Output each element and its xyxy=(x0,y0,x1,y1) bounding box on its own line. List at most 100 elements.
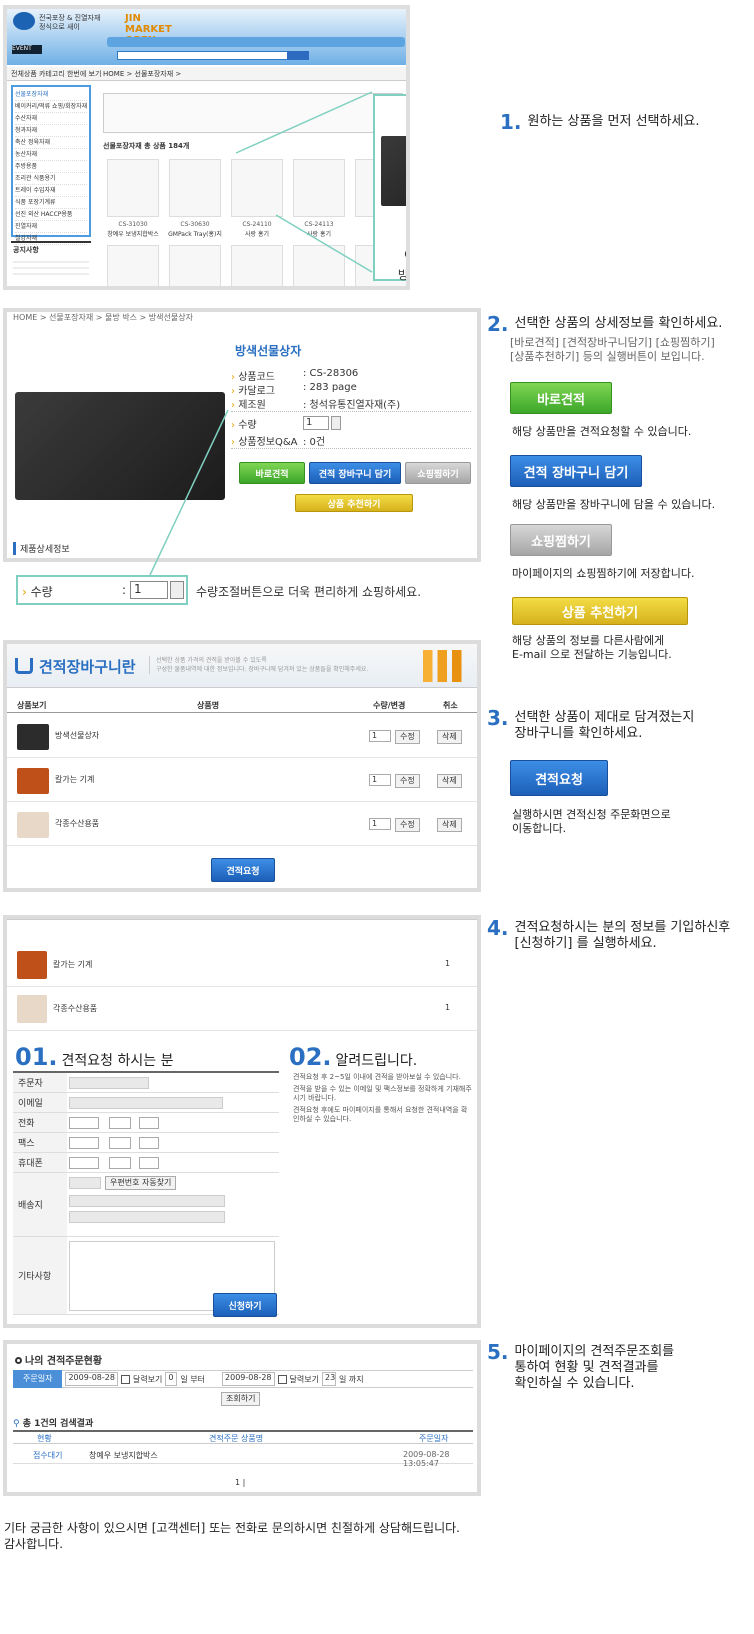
calendar-2-icon[interactable] xyxy=(277,1374,287,1384)
sidebar-item[interactable]: 진열자재 xyxy=(15,221,87,233)
sidebar-item[interactable]: 농산자재 xyxy=(15,149,87,161)
date-end-input[interactable]: 2009-08-28 xyxy=(222,1372,275,1386)
form-item-name[interactable]: 각종수산용품 xyxy=(53,1003,97,1014)
phone-number-input[interactable] xyxy=(139,1157,159,1169)
sidebar-item[interactable]: 축산 정육자재 xyxy=(15,137,87,149)
results-header: 현황 견적주문 상품명 주문일자 xyxy=(13,1430,473,1444)
phone-number-input[interactable] xyxy=(139,1117,159,1129)
product-code: CS-24113 xyxy=(304,221,334,228)
legend-quote-now-button[interactable]: 바로견적 xyxy=(510,382,612,414)
product-thumbnail[interactable] xyxy=(293,245,345,286)
sec1-number: 01. xyxy=(15,1043,58,1071)
calendar-1-icon[interactable] xyxy=(120,1374,130,1384)
sidebar-item[interactable]: 주방용품 xyxy=(15,161,87,173)
mypage-screenshot: 나의 견적주문현황 주문일자 2009-08-28 달력보기 0 일 부터 20… xyxy=(3,1340,481,1496)
results-row[interactable]: 접수대기 창예우 보냉지합박스 2009-08-28 13:05:47 xyxy=(13,1448,473,1468)
sidebar-title[interactable]: 전체상품 카테고리 한번에 보기 xyxy=(11,69,101,79)
shop-search-bar[interactable] xyxy=(117,51,307,60)
cart-change-button[interactable]: 수정 xyxy=(395,818,420,832)
cart-item-name[interactable]: 방색선물상자 xyxy=(55,730,99,741)
recommend-button[interactable]: 상품 추천하기 xyxy=(295,494,413,512)
cart-item-name[interactable]: 각종수산용품 xyxy=(55,818,99,829)
cart-quote-request-button[interactable]: 견적요청 xyxy=(211,858,275,882)
phone-prefix-select[interactable] xyxy=(69,1137,99,1149)
cart-item-name[interactable]: 칼가는 기계 xyxy=(55,774,94,785)
search-button[interactable]: 조회하기 xyxy=(221,1392,261,1406)
legend-quote-request-desc: 실행하시면 견적신청 주문화면으로 이동합니다. xyxy=(512,808,671,835)
product-name[interactable]: 창예우 보냉지합박스 xyxy=(103,229,163,238)
date-start-input[interactable]: 2009-08-28 xyxy=(65,1372,118,1386)
sidebar-item[interactable]: 트레이 수입자재 xyxy=(15,185,87,197)
product-thumbnail[interactable] xyxy=(107,245,159,286)
cart-delete-button[interactable]: 삭제 xyxy=(437,818,462,832)
legend-cart-add-button[interactable]: 견적 장바구니 담기 xyxy=(510,455,642,487)
cart-qty-input[interactable]: 1 xyxy=(369,818,391,830)
days-before-input[interactable]: 0 xyxy=(165,1372,178,1386)
cart-add-button[interactable]: 견적 장바구니 담기 xyxy=(309,462,401,484)
form-input[interactable] xyxy=(69,1097,223,1109)
phone-prefix-select[interactable] xyxy=(69,1157,99,1169)
cart-qty-input[interactable]: 1 xyxy=(369,774,391,786)
phone-number-input[interactable] xyxy=(109,1117,131,1129)
phone-number-input[interactable] xyxy=(139,1137,159,1149)
days-until-input[interactable]: 23 xyxy=(321,1372,336,1386)
phone-number-input[interactable] xyxy=(109,1157,131,1169)
step-3: 3. 선택한 상품이 제대로 담겨졌는지 장바구니를 확인하세요. xyxy=(487,708,694,742)
top-nav-bar xyxy=(107,37,405,47)
product-thumbnail[interactable] xyxy=(293,159,345,217)
sidebar-item[interactable]: 선진 외산 HACCP용품 xyxy=(15,209,87,221)
sidebar-item[interactable]: 수산자재 xyxy=(15,113,87,125)
legend-wishlist-button[interactable]: 쇼핑찜하기 xyxy=(510,524,612,556)
legend-recommend-desc: 해당 상품의 정보를 다른사람에게 E-mail 으로 전달하는 기능입니다. xyxy=(512,634,672,661)
product-name[interactable]: 사랑 홍기 xyxy=(227,229,287,238)
sidebar-item[interactable]: 청과자재 xyxy=(15,125,87,137)
phone-number-input[interactable] xyxy=(109,1137,131,1149)
address-input[interactable] xyxy=(69,1195,225,1207)
sidebar-item[interactable]: 조리관 식품용기 xyxy=(15,173,87,185)
apply-button[interactable]: 신청하기 xyxy=(213,1293,277,1317)
phone-prefix-select[interactable] xyxy=(69,1117,99,1129)
detail-product-image xyxy=(15,392,225,500)
cart-item-image[interactable] xyxy=(17,768,49,794)
qty-zoom-stepper[interactable] xyxy=(170,581,184,599)
sidebar-item[interactable]: 베이커리/떡류 쇼핑/회장자재 xyxy=(15,101,87,113)
legend-recommend-button[interactable]: 상품 추천하기 xyxy=(512,597,688,625)
qty-zoom-input[interactable]: 1 xyxy=(130,581,168,599)
form-item-row: 칼가는 기계 1 xyxy=(7,947,477,987)
zipcode-search-button[interactable]: 우편번호 자동찾기 xyxy=(105,1176,177,1190)
product-name[interactable]: GMPack Tray(홍)지 xyxy=(165,229,225,238)
product-thumbnail[interactable] xyxy=(169,245,221,286)
product-thumbnail[interactable] xyxy=(231,245,283,286)
qty-stepper[interactable] xyxy=(331,416,341,430)
product-thumbnail[interactable] xyxy=(107,159,159,217)
quote-now-button[interactable]: 바로견적 xyxy=(239,462,305,484)
product-thumbnail[interactable] xyxy=(231,159,283,217)
legend-quote-request-button[interactable]: 견적요청 xyxy=(510,760,608,796)
cart-delete-button[interactable]: 삭제 xyxy=(437,774,462,788)
row-status[interactable]: 접수대기 xyxy=(33,1450,62,1461)
wishlist-button[interactable]: 쇼핑찜하기 xyxy=(405,462,471,484)
cart-change-button[interactable]: 수정 xyxy=(395,774,420,788)
calendar-2-label[interactable]: 달력보기 xyxy=(290,1374,319,1385)
pagination[interactable]: 1 | xyxy=(235,1478,245,1487)
product-thumbnail[interactable] xyxy=(169,159,221,217)
from-label: 일 부터 xyxy=(180,1374,206,1384)
shop-search-button[interactable] xyxy=(287,51,309,60)
sidebar-item[interactable]: 식품 포장기계류 xyxy=(15,197,87,209)
product-name[interactable]: 사랑 홍기 xyxy=(289,229,349,238)
address-input[interactable] xyxy=(69,1211,225,1223)
sidebar-item[interactable]: 선물포장자재 xyxy=(15,89,87,101)
cart-item-image[interactable] xyxy=(17,812,49,838)
cart-qty-input[interactable]: 1 xyxy=(369,730,391,742)
detail-row-label: › 카달로그 xyxy=(231,386,275,397)
cart-delete-button[interactable]: 삭제 xyxy=(437,730,462,744)
cart-change-button[interactable]: 수정 xyxy=(395,730,420,744)
cart-item-image[interactable] xyxy=(17,724,49,750)
form-item-name[interactable]: 칼가는 기계 xyxy=(53,959,92,970)
calendar-1-label[interactable]: 달력보기 xyxy=(133,1374,162,1385)
row-product[interactable]: 창예우 보냉지합박스 xyxy=(89,1450,158,1461)
form-input[interactable] xyxy=(69,1077,149,1089)
zipcode-input[interactable] xyxy=(69,1177,101,1189)
qty-input[interactable]: 1 xyxy=(303,416,329,430)
step-2-number: 2. xyxy=(487,312,509,336)
